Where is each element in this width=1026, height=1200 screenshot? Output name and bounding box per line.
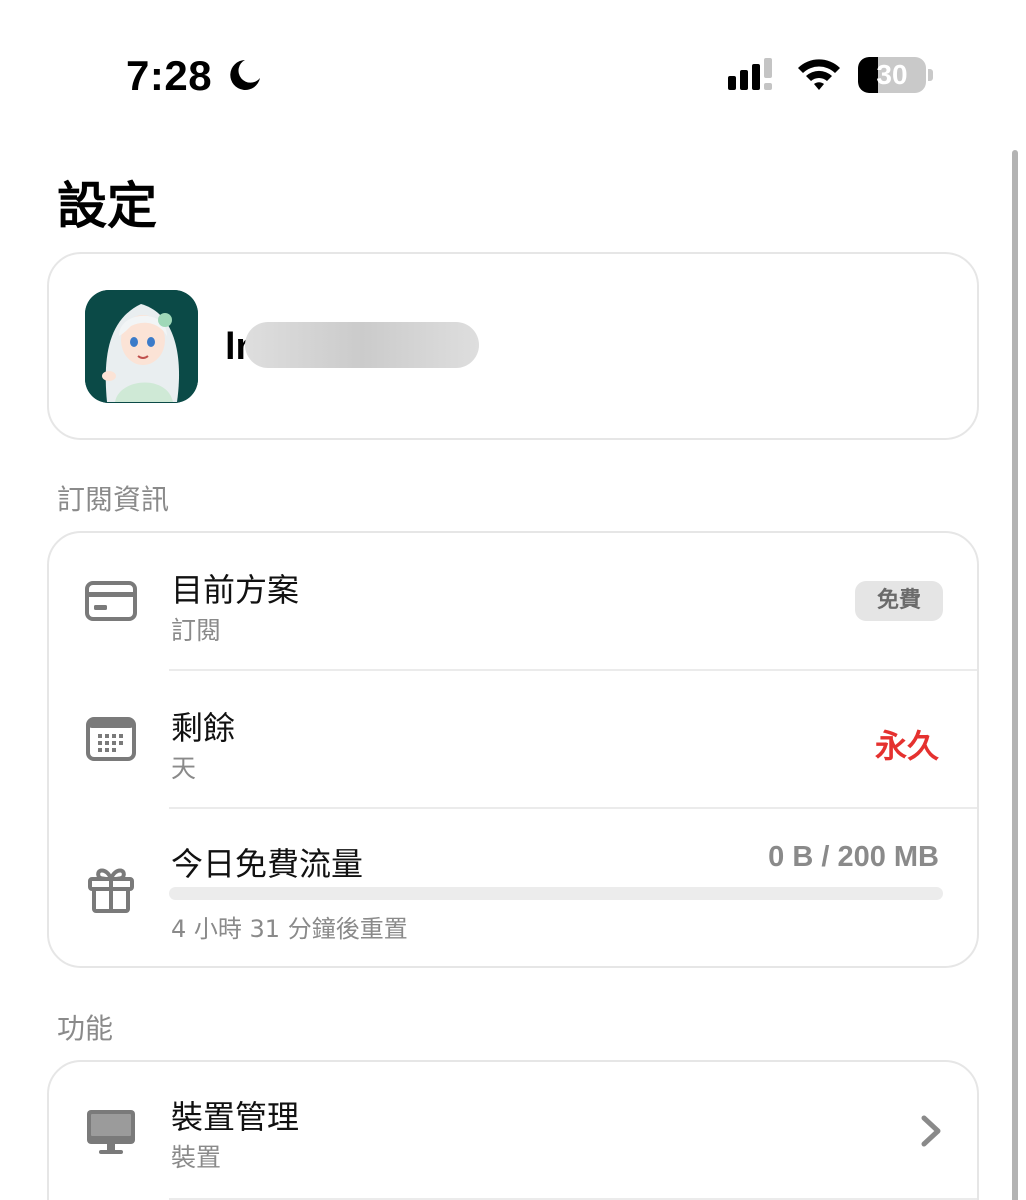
section-header-features: 功能 xyxy=(57,1012,114,1045)
battery-body: 30 xyxy=(858,57,926,93)
device-management-title: 裝置管理 xyxy=(171,1098,300,1136)
battery-level: 30 xyxy=(876,59,908,90)
current-plan-subtitle: 訂閱 xyxy=(171,616,222,645)
divider xyxy=(169,807,977,809)
remaining-value: 永久 xyxy=(874,727,939,765)
battery-cap xyxy=(928,69,933,81)
divider xyxy=(169,669,977,671)
credit-card-icon xyxy=(85,581,137,621)
moon-icon xyxy=(230,60,260,90)
calendar-icon xyxy=(86,717,136,761)
features-card: 裝置管理 裝置 xyxy=(47,1060,979,1200)
profile-card[interactable]: ln .com xyxy=(47,252,979,440)
section-header-subscription: 訂閱資訊 xyxy=(57,483,170,516)
avatar xyxy=(85,290,198,403)
anime-avatar-icon xyxy=(85,290,198,403)
traffic-reset-text: 4 小時 31 分鐘後重置 xyxy=(171,915,408,943)
cellular-signal-icon xyxy=(728,58,772,90)
status-time: 7:28 xyxy=(126,52,213,99)
traffic-progress-bar xyxy=(169,887,943,900)
remaining-title: 剩餘 xyxy=(171,709,236,747)
desktop-icon xyxy=(87,1110,135,1154)
current-plan-title: 目前方案 xyxy=(171,571,300,609)
plan-badge: 免費 xyxy=(855,581,943,621)
device-management-subtitle: 裝置 xyxy=(171,1143,222,1172)
free-traffic-title: 今日免費流量 xyxy=(171,845,364,883)
email-redaction-blur xyxy=(245,322,479,368)
chevron-right-icon xyxy=(921,1115,941,1147)
page-title: 設定 xyxy=(57,177,157,235)
scroll-indicator[interactable] xyxy=(1012,150,1018,1200)
wifi-icon xyxy=(798,59,840,90)
traffic-usage: 0 B / 200 MB xyxy=(768,841,939,873)
remaining-subtitle: 天 xyxy=(171,754,197,783)
battery-indicator: 30 xyxy=(858,57,934,93)
status-bar: 7:28 30 xyxy=(0,0,1026,120)
subscription-card: 目前方案 訂閱 免費 剩餘 天 永久 今日免費流量 0 B / 200 MB 4… xyxy=(47,531,979,968)
gift-icon xyxy=(88,868,134,913)
